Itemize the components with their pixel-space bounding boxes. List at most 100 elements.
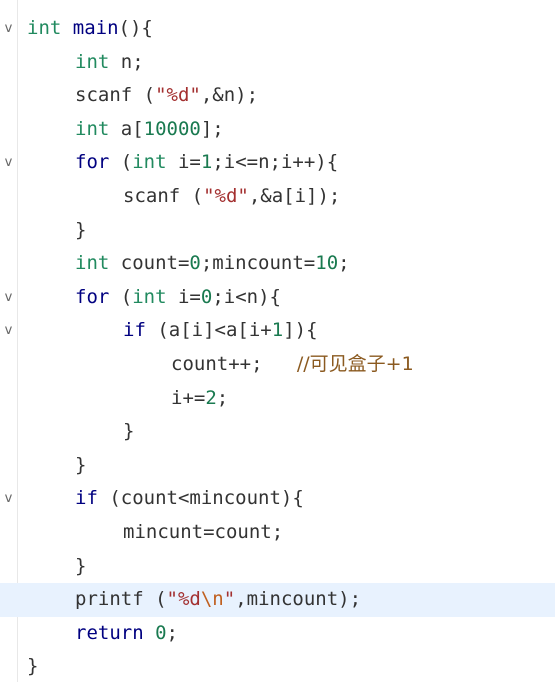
code-line[interactable]: v int main(){ xyxy=(0,12,555,46)
code-token: int xyxy=(75,117,110,140)
code-token: (count<mincount){ xyxy=(97,487,304,510)
fold-toggle-icon[interactable]: v xyxy=(2,12,15,46)
code-token: } xyxy=(123,420,135,443)
code-token: for xyxy=(75,285,110,308)
code-token: 0 xyxy=(200,285,213,308)
code-line[interactable]: int n; xyxy=(0,46,555,80)
code-token: int xyxy=(132,285,167,308)
code-line[interactable]: v if (count<mincount){ xyxy=(0,482,555,516)
code-token: ; xyxy=(338,252,350,275)
code-token: "%d" xyxy=(203,184,249,207)
code-text: i+=2; xyxy=(171,382,228,416)
code-token: 1 xyxy=(271,319,284,342)
code-token: a[ xyxy=(109,117,144,140)
code-text: if (count<mincount){ xyxy=(75,482,304,516)
code-text: scanf ("%d",&n); xyxy=(75,79,258,113)
code-text: if (a[i]<a[i+1]){ xyxy=(123,314,318,348)
code-token: ;i<n){ xyxy=(212,285,281,308)
code-line[interactable]: scanf ("%d",&n); xyxy=(0,79,555,113)
code-text: count++; //可见盒子+1 xyxy=(171,348,414,382)
code-token: for xyxy=(75,151,110,174)
code-line[interactable]: return 0; xyxy=(0,617,555,651)
code-line[interactable]: } xyxy=(0,449,555,483)
code-text: int main(){ xyxy=(27,12,153,46)
code-token: if xyxy=(123,319,146,342)
code-line[interactable]: int a[10000]; xyxy=(0,113,555,147)
fold-toggle-icon[interactable]: v xyxy=(2,482,15,516)
fold-toggle-icon[interactable]: v xyxy=(2,314,15,348)
fold-toggle-icon[interactable]: v xyxy=(2,281,15,315)
code-token: ( xyxy=(109,285,133,308)
code-token: //可见盒子+1 xyxy=(296,352,414,375)
code-token: } xyxy=(75,453,87,476)
code-text: int count=0;mincount=10; xyxy=(75,247,350,281)
code-line[interactable]: v if (a[i]<a[i+1]){ xyxy=(0,314,555,348)
code-token: } xyxy=(27,655,39,678)
code-token: " xyxy=(223,588,236,611)
code-token: 10 xyxy=(315,252,339,275)
code-token: printf ( xyxy=(75,588,167,611)
code-token: i+= xyxy=(171,386,206,409)
code-line[interactable]: } xyxy=(0,415,555,449)
code-token: int xyxy=(132,151,167,174)
code-token: ; xyxy=(166,621,178,644)
code-token: ( xyxy=(109,151,133,174)
code-token: ; xyxy=(216,386,229,409)
code-token: int xyxy=(27,17,62,39)
code-line[interactable]: scanf ("%d",&a[i]); xyxy=(0,180,555,214)
code-token: ]; xyxy=(200,117,224,140)
code-text: } xyxy=(75,550,86,584)
code-line[interactable]: int count=0;mincount=10; xyxy=(0,247,555,281)
code-text: mincunt=count; xyxy=(123,516,283,550)
code-text: return 0; xyxy=(75,617,178,651)
code-token: mincunt=count; xyxy=(123,520,284,543)
code-token: scanf ( xyxy=(75,84,156,107)
code-line[interactable]: printf ("%d\n",mincount); xyxy=(0,583,555,617)
code-text: } xyxy=(27,650,38,684)
code-token: count= xyxy=(109,252,190,275)
code-editor[interactable]: v int main(){int n; scanf ("%d",&n); int a[… xyxy=(0,12,555,684)
code-token: 1 xyxy=(200,151,213,174)
code-token: "%d" xyxy=(155,84,201,107)
code-token: 2 xyxy=(205,386,217,409)
code-token: i= xyxy=(166,151,201,174)
code-text: for (int i=1;i<=n;i++){ xyxy=(75,146,338,180)
code-line[interactable]: } xyxy=(0,214,555,248)
code-line[interactable]: count++; //可见盒子+1 xyxy=(0,348,555,382)
code-token: 0 xyxy=(155,621,167,644)
code-token: } xyxy=(75,218,87,241)
code-token: (a[i]<a[i+ xyxy=(145,319,272,342)
fold-toggle-icon[interactable]: v xyxy=(2,146,15,180)
code-line[interactable]: } xyxy=(0,550,555,584)
code-text: int a[10000]; xyxy=(75,113,224,147)
code-token: int xyxy=(75,50,110,73)
code-token: i= xyxy=(166,285,201,308)
code-token: scanf ( xyxy=(123,184,204,207)
code-token: } xyxy=(75,554,87,577)
code-line[interactable]: v for (int i=1;i<=n;i++){ xyxy=(0,146,555,180)
code-line[interactable]: i+=2; xyxy=(0,382,555,416)
code-text: } xyxy=(75,449,86,483)
code-token: int xyxy=(75,252,110,275)
code-text: } xyxy=(75,214,86,248)
code-token: (){ xyxy=(118,17,153,39)
code-token: ,&n); xyxy=(200,84,259,107)
code-token: n; xyxy=(109,50,144,73)
code-token: ]){ xyxy=(283,319,318,342)
code-token: "%d xyxy=(166,588,201,611)
code-line[interactable]: mincunt=count; xyxy=(0,516,555,550)
code-token: ;mincount= xyxy=(200,252,316,275)
code-token: ,mincount); xyxy=(235,588,362,611)
code-token: if xyxy=(75,487,98,510)
code-token: ,&a[i]); xyxy=(248,184,341,207)
code-text: printf ("%d\n",mincount); xyxy=(75,583,361,617)
code-token: ;i<=n;i++){ xyxy=(212,151,339,174)
code-token: \n xyxy=(200,588,224,611)
code-line[interactable]: v for (int i=0;i<n){ xyxy=(0,281,555,315)
code-text: } xyxy=(123,415,134,449)
code-token: 0 xyxy=(189,252,201,275)
code-line[interactable]: } xyxy=(0,650,555,684)
code-text: scanf ("%d",&a[i]); xyxy=(123,180,340,214)
